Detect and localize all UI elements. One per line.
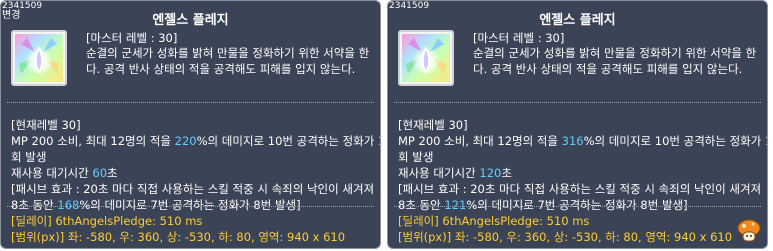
- angels-pledge-skill-icon: [398, 30, 454, 86]
- skill-tooltip-before: 2341509 변경 엔젤스 플레지 [마스터 레벨: 30] 순결의 군세가…: [0, 0, 381, 249]
- cooldown-value: 60: [92, 166, 108, 180]
- current-level: [현재레벨 30]: [11, 118, 81, 132]
- cooldown-label: 재사용 대기시간: [11, 166, 93, 180]
- delay-info: [딜레이] 6thAngelsPledge: 510 ms: [11, 214, 203, 228]
- passive-damage-value: 168: [57, 198, 80, 212]
- cooldown-value: 120: [479, 166, 502, 180]
- skill-description: 순결의 군세가 성화를 밝혀 만물을 정화하기 위한 서약을 한 다. 공격 반…: [473, 45, 763, 77]
- angels-pledge-skill-icon: [11, 30, 67, 86]
- extra-info: [딜레이] 6thAngelsPledge: 510 ms [범위(px)] 좌…: [398, 213, 764, 245]
- passive-text: 8초 동안: [398, 198, 445, 212]
- skill-title: 엔젤스 플레지: [539, 13, 616, 28]
- divider: [7, 206, 374, 207]
- effect-line-1: MP 200 소비, 최대 12명의 적을 220%의 데미지로 10번 공격하…: [11, 133, 380, 149]
- description-line-1: 순결의 군세가 성화를 밝혀 만물을 정화하기 위한 서약을 한: [473, 46, 757, 60]
- damage-value: 316: [561, 134, 584, 148]
- passive-line-1: [패시브 효과 : 20초 마다 직접 사용하는 스킬 적중 시 속죄의 낙인이…: [11, 182, 375, 196]
- passive-line-2: 8초 동안 168%의 데미지로 7번 공격하는 정화가 8번 발생]: [11, 197, 377, 213]
- skill-title: 엔젤스 플레지: [152, 13, 229, 28]
- passive-line-2: 8초 동안 121%의 데미지로 7번 공격하는 정화가 8번 발생]: [398, 197, 764, 213]
- effect-text: %의 데미지로 10번 공격하는 정화가 16: [196, 134, 381, 148]
- level-info: [현재레벨 30] MP 200 소비, 최대 12명의 적을 220%의 데미…: [11, 117, 380, 213]
- passive-line-1: [패시브 효과 : 20초 마다 직접 사용하는 스킬 적중 시 속죄의 낙인이…: [398, 182, 762, 196]
- effect-text: MP 200 소비, 최대 12명의 적을: [11, 134, 175, 148]
- master-level: [마스터 레벨 : 30]: [473, 31, 565, 45]
- effect-text: MP 200 소비, 최대 12명의 적을: [398, 134, 562, 148]
- description-line-2: 다. 공격 반사 상태의 적을 공격해도 피해를 입지 않는다.: [86, 62, 356, 76]
- skill-tooltip-after: 2341509 엔젤스 플레지 [마스터 레벨: 30] 순결의 군세가 성화…: [387, 0, 768, 249]
- extra-info: [딜레이] 6thAngelsPledge: 510 ms [범위(px)] 좌…: [11, 213, 377, 245]
- cooldown-line: 재사용 대기시간 120초: [398, 165, 764, 181]
- range-info: [범위(px)] 좌: -580, 우: 360, 상: -530, 하: 80…: [398, 230, 733, 244]
- effect-text: %의 데미지로 10번 공격하는 정화가 16: [583, 134, 768, 148]
- passive-damage-value: 121: [444, 198, 467, 212]
- description-line-1: 순결의 군세가 성화를 밝혀 만물을 정화하기 위한 서약을 한: [86, 46, 370, 60]
- range-info: [범위(px)] 좌: -580, 우: 360, 상: -530, 하: 80…: [11, 230, 346, 244]
- cooldown-unit: 초: [107, 166, 118, 180]
- damage-value: 220: [174, 134, 197, 148]
- description-line-2: 다. 공격 반사 상태의 적을 공격해도 피해를 입지 않는다.: [473, 62, 743, 76]
- skill-description: 순결의 군세가 성화를 밝혀 만물을 정화하기 위한 서약을 한 다. 공격 반…: [86, 45, 376, 77]
- master-level: [마스터 레벨 : 30]: [86, 31, 178, 45]
- passive-text: 8초 동안: [11, 198, 58, 212]
- cooldown-label: 재사용 대기시간: [398, 166, 480, 180]
- current-level: [현재레벨 30]: [398, 118, 468, 132]
- cooldown-line: 재사용 대기시간 60초: [11, 165, 377, 181]
- divider: [394, 102, 761, 103]
- level-info: [현재레벨 30] MP 200 소비, 최대 12명의 적을 316%의 데미…: [398, 117, 767, 213]
- passive-text: %의 데미지로 7번 공격하는 정화가 8번 발생]: [79, 198, 301, 212]
- divider: [7, 102, 374, 103]
- effect-line-2: 회 발생: [11, 150, 47, 164]
- effect-line-1: MP 200 소비, 최대 12명의 적을 316%의 데미지로 10번 공격하…: [398, 133, 767, 149]
- divider: [394, 206, 761, 207]
- effect-line-2: 회 발생: [398, 150, 434, 164]
- passive-text: %의 데미지로 7번 공격하는 정화가 8번 발생]: [466, 198, 688, 212]
- delay-info: [딜레이] 6thAngelsPledge: 510 ms: [398, 214, 590, 228]
- cooldown-unit: 초: [501, 166, 512, 180]
- orange-mushroom-icon[interactable]: [736, 218, 762, 244]
